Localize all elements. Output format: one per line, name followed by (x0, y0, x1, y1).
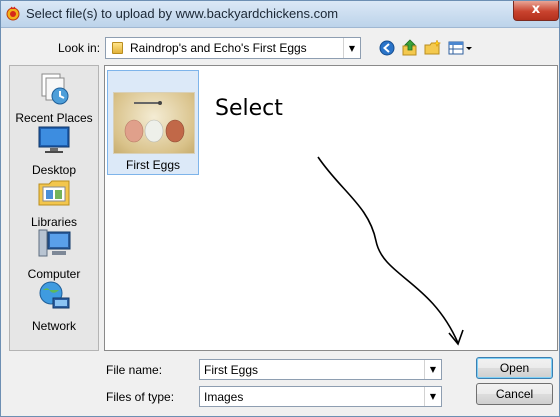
recent-places-icon (41, 73, 69, 105)
place-label: Network (31, 319, 76, 333)
file-type-value: Images (204, 390, 244, 404)
view-menu-icon (448, 41, 472, 55)
file-item-first-eggs[interactable]: First Eggs (107, 70, 199, 175)
file-name-input[interactable]: First Eggs ▼ (199, 359, 442, 380)
place-libraries[interactable]: Libraries (10, 174, 98, 229)
back-icon (379, 40, 395, 56)
eggs-photo-icon (124, 101, 185, 143)
chevron-down-icon[interactable]: ▼ (343, 38, 360, 58)
chicken-logo-icon (6, 6, 20, 21)
new-folder-button[interactable] (423, 38, 443, 58)
up-folder-icon (402, 39, 417, 56)
place-computer[interactable]: Computer (10, 226, 98, 281)
place-desktop[interactable]: Desktop (10, 122, 98, 177)
libraries-icon (38, 180, 70, 206)
place-network[interactable]: Network (10, 278, 98, 333)
file-name-field-label: File name: (106, 363, 163, 377)
file-name-label: First Eggs (125, 158, 180, 172)
image-thumbnail (114, 93, 194, 153)
back-button[interactable] (377, 38, 397, 58)
new-folder-icon (424, 39, 442, 55)
close-button[interactable]: x (513, 1, 559, 21)
network-icon (39, 281, 70, 309)
desktop-icon (38, 126, 70, 153)
view-menu-button[interactable] (447, 38, 475, 58)
folder-icon (112, 42, 123, 54)
file-list-pane[interactable]: First Eggs (104, 65, 558, 351)
window-title: Select file(s) to upload by www.backyard… (26, 6, 339, 21)
computer-icon (38, 229, 71, 257)
cancel-button[interactable]: Cancel (476, 383, 553, 405)
title-bar[interactable]: Select file(s) to upload by www.backyard… (1, 1, 559, 28)
up-folder-button[interactable] (400, 38, 420, 58)
chevron-down-icon[interactable]: ▼ (424, 387, 441, 406)
file-type-field-label: Files of type: (106, 390, 175, 404)
look-in-value: Raindrop's and Echo's First Eggs (130, 41, 307, 55)
file-name-value: First Eggs (204, 363, 259, 377)
file-type-dropdown[interactable]: Images ▼ (199, 386, 442, 407)
places-bar: Recent Places Desktop Libraries Computer… (9, 65, 99, 351)
open-button[interactable]: Open (476, 357, 553, 379)
look-in-dropdown[interactable]: Raindrop's and Echo's First Eggs ▼ (105, 37, 361, 59)
file-upload-dialog: Select file(s) to upload by www.backyard… (0, 0, 560, 417)
chevron-down-icon[interactable]: ▼ (424, 360, 441, 379)
look-in-label: Look in: (58, 41, 101, 55)
place-recent-places[interactable]: Recent Places (10, 70, 98, 125)
